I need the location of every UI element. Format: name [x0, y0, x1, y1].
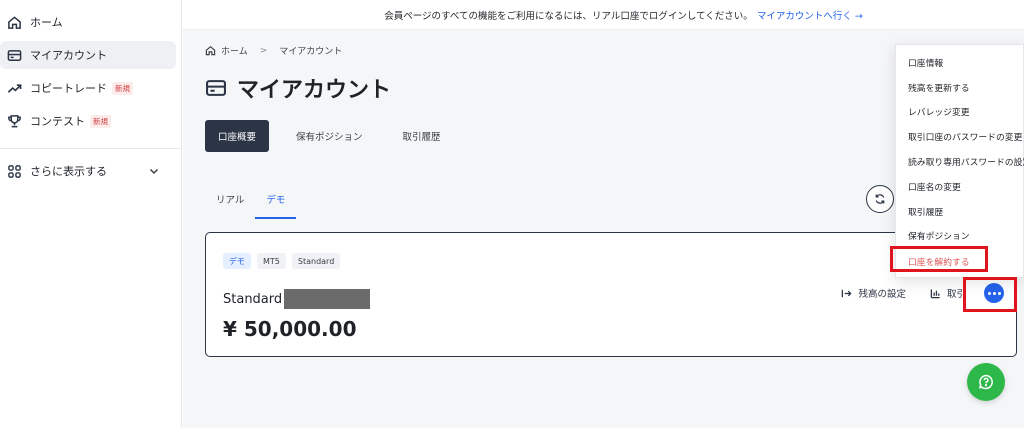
sidebar-item-label: コピートレード [30, 82, 107, 95]
page-title: マイアカウント [205, 72, 391, 104]
menu-item-readonly-password[interactable]: 読み取り専用パスワードの設定 [908, 155, 1024, 168]
trophy-icon [6, 113, 22, 129]
home-icon [205, 45, 216, 56]
wallet-icon [6, 47, 22, 63]
sidebar-item-home[interactable]: ホーム [0, 8, 176, 36]
chip-account-type: Standard [291, 253, 341, 269]
sidebar-item-copy-trade[interactable]: コピートレード 新規 [0, 74, 176, 102]
tab-demo[interactable]: デモ [255, 186, 297, 219]
sidebar: ホーム マイアカウント コピートレード 新規 コンテスト 新規 さらに表示する [0, 0, 182, 428]
breadcrumb-separator: > [259, 45, 268, 56]
sidebar-item-label: ホーム [30, 16, 63, 29]
sidebar-item-label: さらに表示する [30, 165, 107, 178]
balance-setting-button[interactable]: 残高の設定 [841, 286, 906, 300]
menu-item-account-info[interactable]: 口座情報 [908, 56, 943, 69]
menu-item-change-password[interactable]: 取引口座のパスワードの変更 [908, 130, 1022, 143]
chart-icon [930, 288, 940, 298]
trend-up-icon [6, 80, 22, 96]
chevron-down-icon [149, 168, 159, 175]
help-button[interactable] [967, 363, 1005, 401]
account-balance: ¥ 50,000.00 [223, 317, 357, 341]
sidebar-item-my-account[interactable]: マイアカウント [0, 41, 176, 69]
highlight-close-account [890, 246, 988, 272]
account-type-tabs: リアル デモ [205, 186, 297, 219]
sidebar-show-more[interactable]: さらに表示する [0, 157, 176, 185]
account-options-menu: 口座情報 残高を更新する レバレッジ変更 取引口座のパスワードの変更 読み取り専… [895, 44, 1024, 278]
redacted-account-number [284, 289, 371, 309]
page-title-text: マイアカウント [237, 78, 392, 103]
account-name-text: Standard [223, 291, 283, 307]
help-icon [979, 374, 993, 390]
new-badge: 新規 [90, 114, 111, 128]
home-icon [6, 14, 22, 30]
highlight-more-button [963, 277, 1017, 312]
tab-real[interactable]: リアル [205, 186, 255, 219]
account-chips: デモ MT5 Standard [223, 253, 346, 269]
balance-setting-label: 残高の設定 [858, 289, 906, 300]
sidebar-divider [0, 148, 182, 149]
menu-item-update-balance[interactable]: 残高を更新する [908, 81, 970, 94]
refresh-icon [875, 194, 885, 204]
menu-item-positions[interactable]: 保有ポジション [908, 229, 970, 242]
new-badge: 新規 [112, 81, 133, 95]
app-root: ホーム マイアカウント コピートレード 新規 コンテスト 新規 さらに表示する … [0, 0, 1024, 428]
breadcrumb-current: マイアカウント [279, 47, 343, 57]
menu-item-rename-account[interactable]: 口座名の変更 [908, 180, 961, 193]
sidebar-item-label: コンテスト [30, 115, 85, 128]
sidebar-item-contest[interactable]: コンテスト 新規 [0, 107, 176, 135]
wallet-icon [206, 80, 226, 96]
menu-item-change-leverage[interactable]: レバレッジ変更 [908, 105, 970, 118]
grid-icon [6, 163, 22, 179]
main-tabs: 口座概要 保有ポジション 取引履歴 [205, 120, 468, 152]
arrow-right-to-line-icon [842, 289, 853, 297]
sidebar-item-label: マイアカウント [30, 49, 107, 62]
banner-text: 会員ページのすべての機能をご利用になるには、リアル口座でログインしてください。 [384, 10, 753, 22]
chip-platform: MT5 [257, 253, 286, 269]
menu-item-trade-history[interactable]: 取引履歴 [908, 205, 943, 218]
trade-button[interactable]: 取引 [930, 286, 966, 300]
refresh-button[interactable] [866, 185, 894, 213]
tab-positions[interactable]: 保有ポジション [283, 120, 376, 152]
banner-link[interactable]: マイアカウントへ行く → [757, 8, 863, 22]
breadcrumb: ホーム > マイアカウント [205, 44, 342, 57]
breadcrumb-home[interactable]: ホーム [221, 44, 248, 57]
login-banner: 会員ページのすべての機能をご利用になるには、リアル口座でログインしてください。 … [183, 0, 1024, 30]
tab-account-overview[interactable]: 口座概要 [205, 120, 270, 152]
tab-trade-history[interactable]: 取引履歴 [390, 120, 454, 152]
account-name: Standard [223, 289, 371, 309]
chip-demo: デモ [223, 253, 251, 269]
